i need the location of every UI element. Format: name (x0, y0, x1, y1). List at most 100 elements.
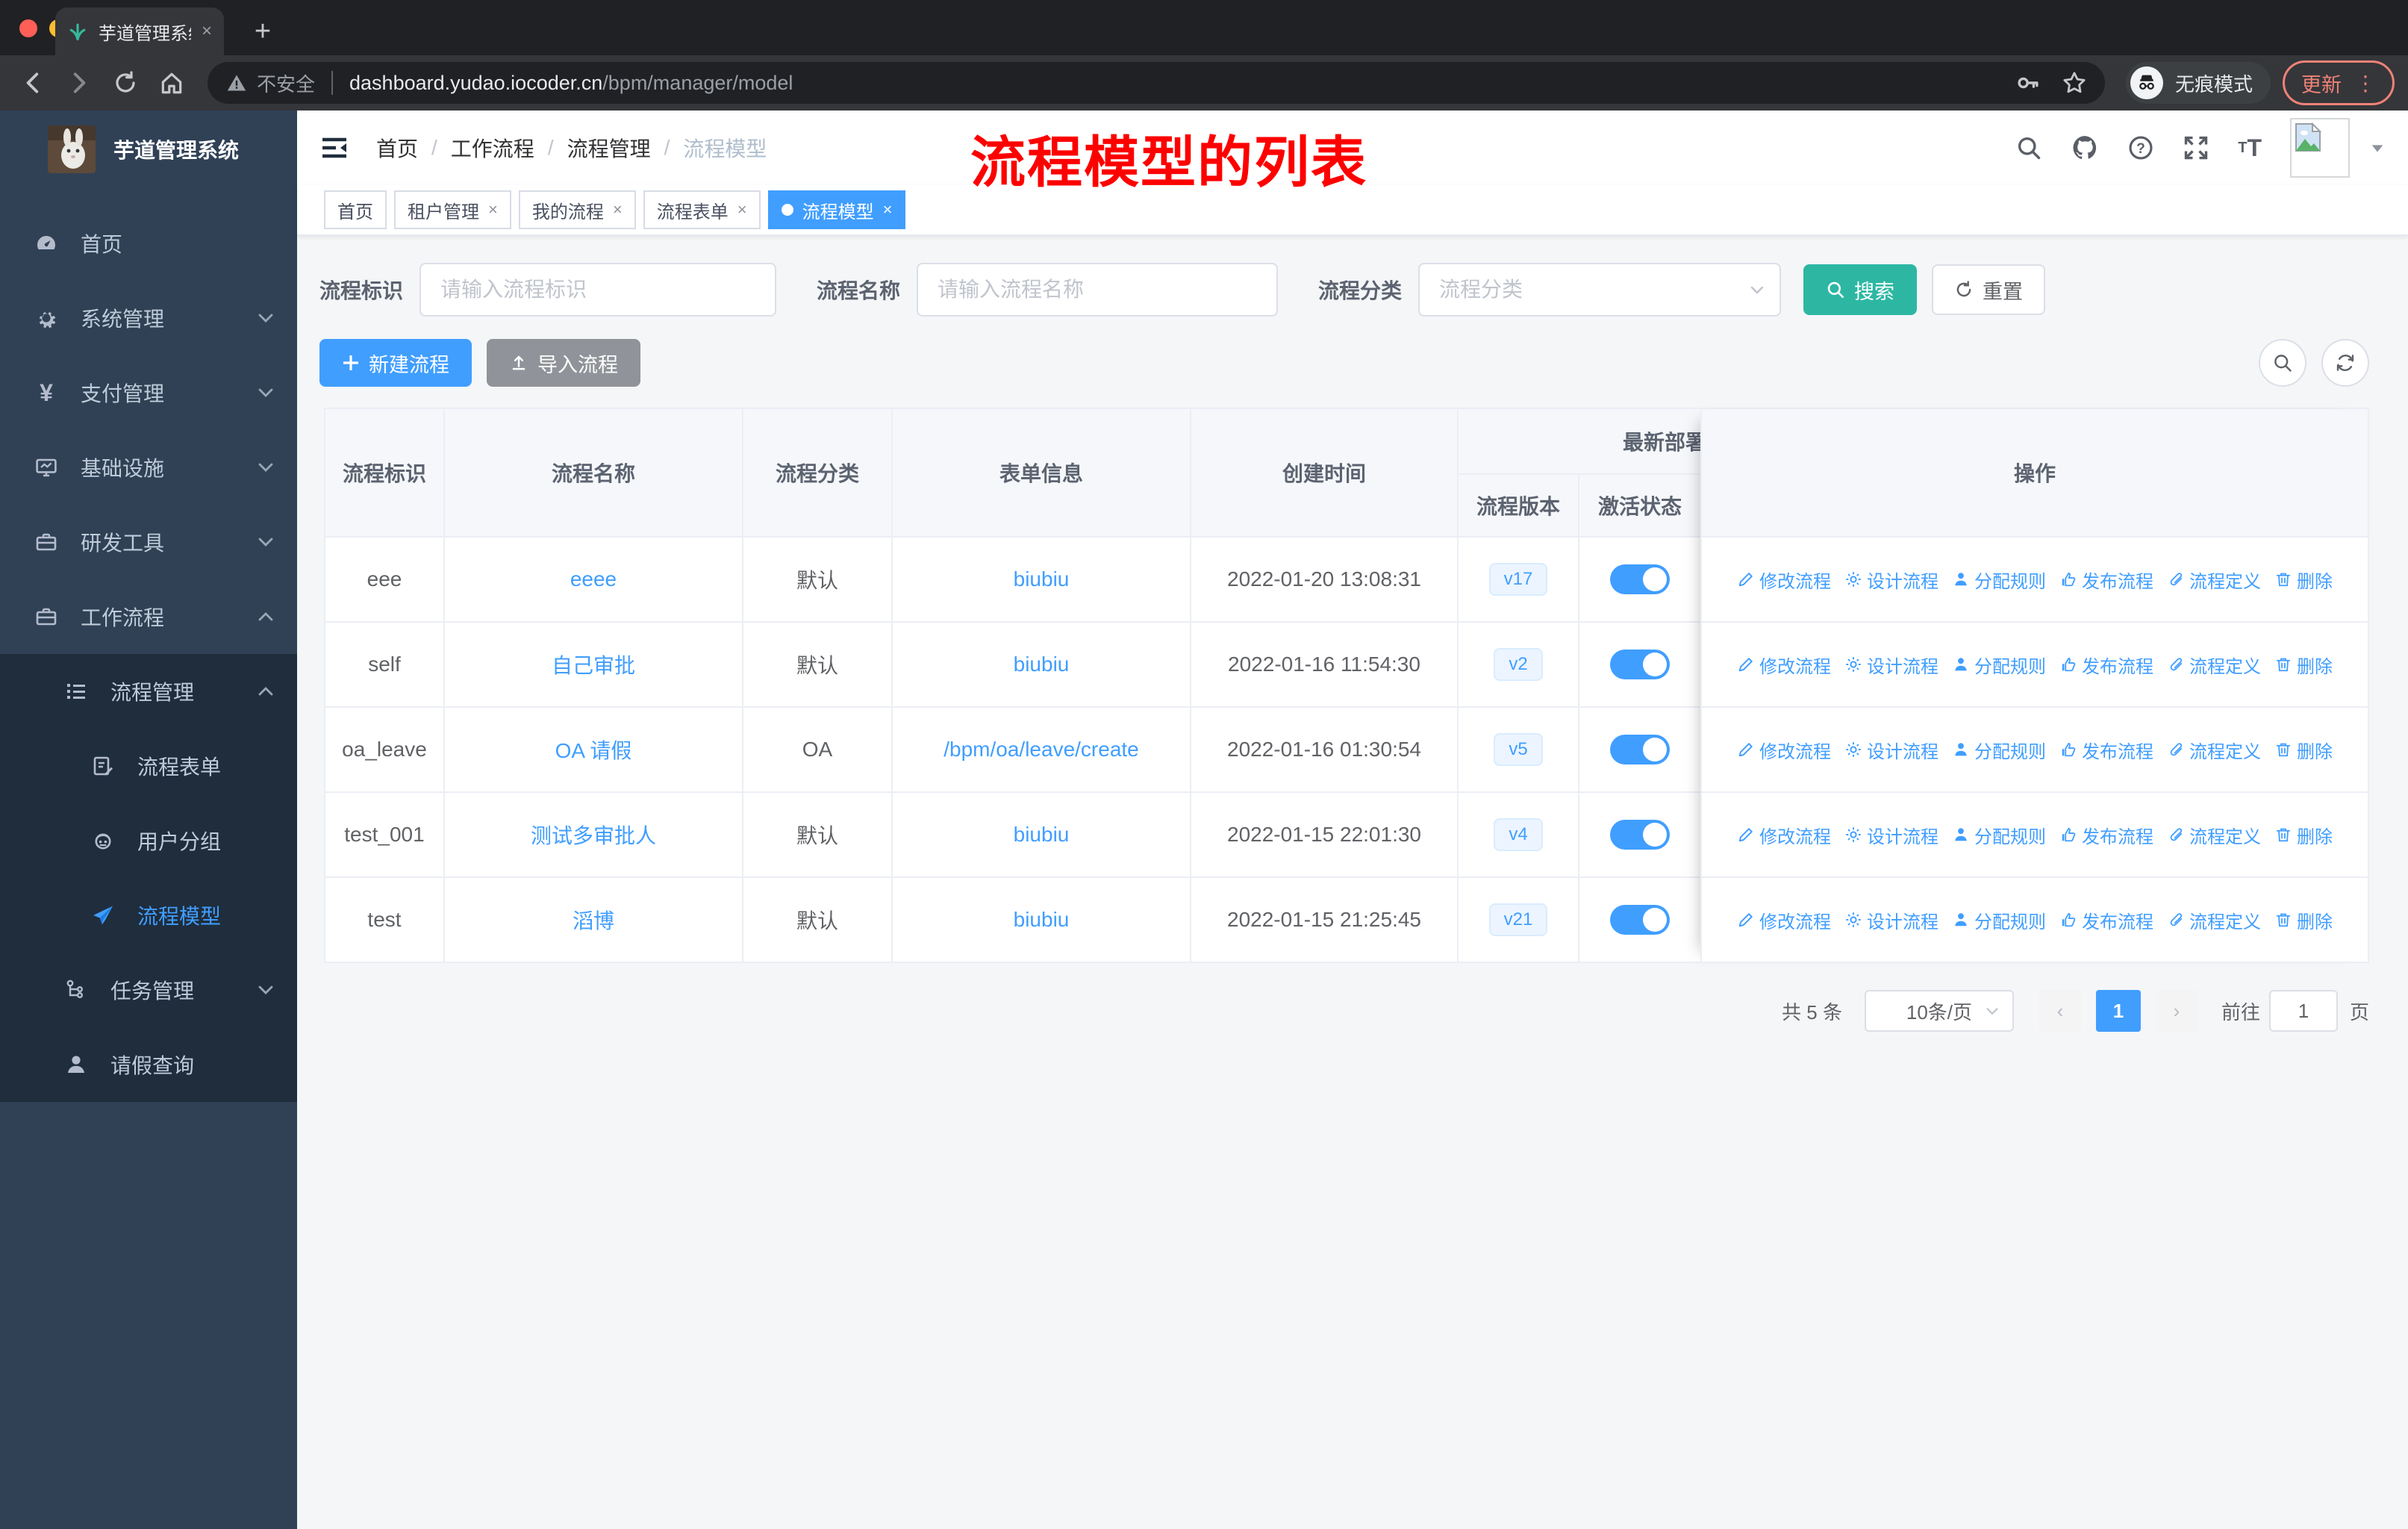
filter-key-input[interactable] (419, 263, 777, 317)
design-process-link[interactable]: 设计流程 (1844, 737, 1938, 763)
search-icon[interactable] (2015, 134, 2042, 161)
create-process-button[interactable]: 新建流程 (319, 339, 472, 387)
sidebar-item-process-model[interactable]: 流程模型 (0, 878, 297, 953)
version-badge[interactable]: v5 (1494, 733, 1543, 766)
delete-link[interactable]: 删除 (2274, 652, 2333, 678)
publish-process-link[interactable]: 发布流程 (2059, 822, 2153, 848)
url-text[interactable]: dashboard.yudao.iocoder.cn/bpm/manager/m… (349, 72, 1994, 95)
form-info-link[interactable]: biubiu (1014, 823, 1070, 847)
current-page-button[interactable]: 1 (2095, 990, 2141, 1032)
assign-rule-link[interactable]: 分配规则 (1952, 737, 2046, 763)
breadcrumb-home[interactable]: 首页 (376, 133, 418, 163)
design-process-link[interactable]: 设计流程 (1844, 822, 1938, 848)
sidebar-item-leave-query[interactable]: 请假查询 (0, 1027, 297, 1102)
bookmark-star-icon[interactable] (2062, 70, 2087, 96)
github-icon[interactable] (2071, 134, 2099, 162)
active-toggle[interactable] (1610, 820, 1670, 850)
delete-link[interactable]: 删除 (2274, 737, 2333, 763)
process-name-link[interactable]: OA 请假 (555, 735, 632, 764)
active-toggle[interactable] (1610, 650, 1670, 679)
reload-icon[interactable] (106, 63, 145, 102)
tag-close-icon[interactable]: × (737, 200, 747, 219)
process-definition-link[interactable]: 流程定义 (2167, 652, 2261, 678)
browser-tab[interactable]: 芋道管理系统 × (55, 7, 224, 55)
home-icon[interactable] (152, 63, 191, 102)
filter-category-input[interactable] (1418, 263, 1782, 317)
process-definition-link[interactable]: 流程定义 (2167, 737, 2261, 763)
active-toggle[interactable] (1610, 564, 1670, 594)
sidebar-item-payment[interactable]: ¥ 支付管理 (0, 355, 297, 430)
browser-update-button[interactable]: 更新 ⋮ (2283, 60, 2395, 105)
sidebar-item-process-form[interactable]: 流程表单 (0, 729, 297, 803)
close-window-button[interactable] (19, 19, 37, 37)
collapse-sidebar-icon[interactable] (319, 131, 352, 164)
version-badge[interactable]: v21 (1488, 903, 1548, 936)
modify-process-link[interactable]: 修改流程 (1737, 822, 1831, 848)
breadcrumb-process-mgmt[interactable]: 流程管理 (567, 133, 651, 163)
new-tab-button[interactable]: + (242, 10, 284, 52)
modify-process-link[interactable]: 修改流程 (1737, 907, 1831, 933)
help-icon[interactable]: ? (2127, 134, 2154, 161)
sidebar-item-user-group[interactable]: 用户分组 (0, 803, 297, 878)
process-definition-link[interactable]: 流程定义 (2167, 907, 2261, 933)
version-badge[interactable]: v4 (1494, 818, 1543, 851)
next-page-button[interactable]: › (2155, 990, 2198, 1032)
design-process-link[interactable]: 设计流程 (1844, 652, 1938, 678)
browser-menu-icon[interactable]: ⋮ (2355, 71, 2376, 96)
assign-rule-link[interactable]: 分配规则 (1952, 822, 2046, 848)
tag-home[interactable]: 首页 (324, 190, 387, 229)
delete-link[interactable]: 删除 (2274, 567, 2333, 593)
modify-process-link[interactable]: 修改流程 (1737, 652, 1831, 678)
design-process-link[interactable]: 设计流程 (1844, 567, 1938, 593)
sidebar-item-process-mgmt[interactable]: 流程管理 (0, 654, 297, 729)
version-badge[interactable]: v2 (1494, 648, 1543, 681)
user-avatar[interactable] (2290, 118, 2350, 178)
forward-icon[interactable] (60, 63, 99, 102)
sidebar-item-workflow[interactable]: 工作流程 (0, 579, 297, 654)
publish-process-link[interactable]: 发布流程 (2059, 737, 2153, 763)
tag-close-icon[interactable]: × (883, 200, 893, 219)
address-bar[interactable]: 不安全 dashboard.yudao.iocoder.cn/bpm/manag… (208, 62, 2105, 104)
tag-close-icon[interactable]: × (488, 200, 498, 219)
page-size-select[interactable]: 10条/页 (1864, 990, 2014, 1032)
design-process-link[interactable]: 设计流程 (1844, 907, 1938, 933)
assign-rule-link[interactable]: 分配规则 (1952, 567, 2046, 593)
sidebar-item-home[interactable]: 首页 (0, 206, 297, 281)
process-name-link[interactable]: 测试多审批人 (531, 820, 656, 850)
process-name-link[interactable]: 滔博 (573, 905, 614, 935)
search-button[interactable]: 搜索 (1803, 264, 1918, 315)
sidebar-item-task-mgmt[interactable]: 任务管理 (0, 953, 297, 1027)
process-definition-link[interactable]: 流程定义 (2167, 822, 2261, 848)
delete-link[interactable]: 删除 (2274, 907, 2333, 933)
tab-close-icon[interactable]: × (202, 21, 212, 42)
process-name-link[interactable]: 自己审批 (552, 650, 635, 679)
process-name-link[interactable]: eeee (570, 567, 617, 591)
refresh-table-button[interactable] (2321, 339, 2369, 387)
process-definition-link[interactable]: 流程定义 (2167, 567, 2261, 593)
publish-process-link[interactable]: 发布流程 (2059, 567, 2153, 593)
form-info-link[interactable]: /bpm/oa/leave/create (943, 738, 1139, 762)
reset-button[interactable]: 重置 (1932, 264, 2046, 315)
tag-close-icon[interactable]: × (613, 200, 623, 219)
tag-my-process[interactable]: 我的流程 × (518, 190, 636, 229)
prev-page-button[interactable]: ‹ (2039, 990, 2081, 1032)
modify-process-link[interactable]: 修改流程 (1737, 737, 1831, 763)
delete-link[interactable]: 删除 (2274, 822, 2333, 848)
active-toggle[interactable] (1610, 735, 1670, 764)
font-size-icon[interactable]: TT (2238, 134, 2262, 162)
toggle-search-button[interactable] (2259, 339, 2306, 387)
filter-name-input[interactable] (917, 263, 1279, 317)
assign-rule-link[interactable]: 分配规则 (1952, 652, 2046, 678)
form-info-link[interactable]: biubiu (1014, 908, 1070, 932)
tag-process-model[interactable]: 流程模型 × (767, 190, 906, 229)
back-icon[interactable] (13, 63, 52, 102)
tag-process-form[interactable]: 流程表单 × (643, 190, 761, 229)
active-toggle[interactable] (1610, 905, 1670, 935)
goto-page-input[interactable] (2268, 990, 2338, 1032)
import-process-button[interactable]: 导入流程 (487, 339, 640, 387)
breadcrumb-workflow[interactable]: 工作流程 (451, 133, 534, 163)
avatar-caret-icon[interactable] (2369, 140, 2386, 156)
filter-category-select[interactable] (1418, 263, 1782, 317)
form-info-link[interactable]: biubiu (1014, 653, 1070, 676)
version-badge[interactable]: v17 (1488, 563, 1548, 596)
